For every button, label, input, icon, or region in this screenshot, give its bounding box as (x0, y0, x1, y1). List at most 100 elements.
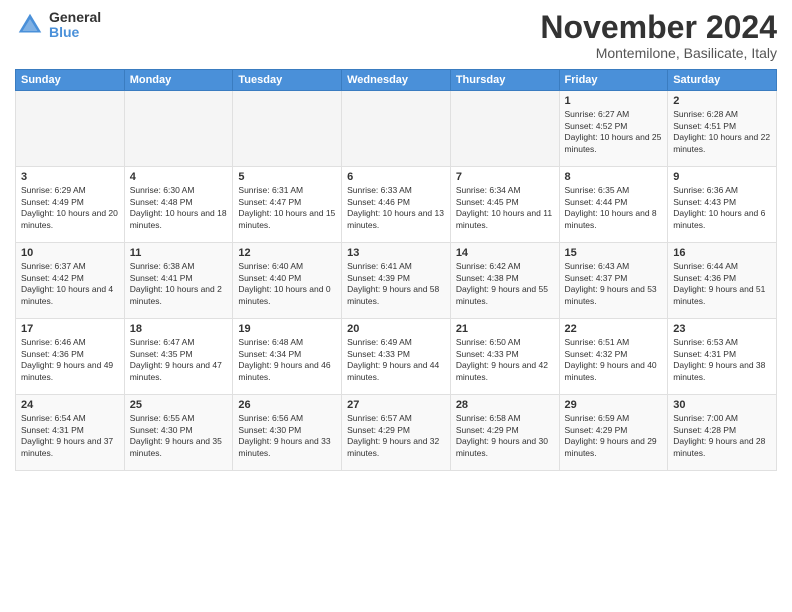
header-wednesday: Wednesday (342, 70, 451, 91)
day-number: 19 (238, 323, 336, 335)
day-info: Sunrise: 6:29 AMSunset: 4:49 PMDaylight:… (21, 185, 119, 231)
week-row-2: 3 Sunrise: 6:29 AMSunset: 4:49 PMDaylight… (16, 167, 777, 243)
day-number: 2 (673, 95, 771, 107)
calendar-cell: 11Sunrise: 6:38 AMSunset: 4:41 PMDayligh… (124, 243, 233, 319)
calendar-cell (233, 91, 342, 167)
day-info: Sunrise: 6:34 AMSunset: 4:45 PMDaylight:… (456, 185, 554, 231)
logo-blue: Blue (49, 25, 101, 40)
day-info: Sunrise: 6:31 AMSunset: 4:47 PMDaylight:… (238, 185, 336, 231)
day-number: 13 (347, 247, 445, 259)
day-number: 25 (130, 399, 228, 411)
calendar-page: General Blue November 2024 Montemilone, … (0, 0, 792, 612)
calendar-cell: 15Sunrise: 6:43 AMSunset: 4:37 PMDayligh… (559, 243, 668, 319)
calendar-cell: 2 Sunrise: 6:28 AMSunset: 4:51 PMDaylight… (668, 91, 777, 167)
week-row-3: 10Sunrise: 6:37 AMSunset: 4:42 PMDayligh… (16, 243, 777, 319)
day-number: 12 (238, 247, 336, 259)
calendar-cell: 12 Sunrise: 6:40 AMSunset: 4:40 PMDayligh… (233, 243, 342, 319)
day-info: Sunrise: 6:28 AMSunset: 4:51 PMDaylight:… (673, 109, 771, 155)
day-info: Sunrise: 6:37 AMSunset: 4:42 PMDaylight:… (21, 261, 119, 307)
day-number: 14 (456, 247, 554, 259)
day-number: 6 (347, 171, 445, 183)
header-sunday: Sunday (16, 70, 125, 91)
calendar-cell: 29 Sunrise: 6:59 AMSunset: 4:29 PMDayligh… (559, 395, 668, 471)
day-info: Sunrise: 7:00 AMSunset: 4:28 PMDaylight:… (673, 413, 771, 459)
day-number: 17 (21, 323, 119, 335)
header-tuesday: Tuesday (233, 70, 342, 91)
day-info: Sunrise: 6:46 AMSunset: 4:36 PMDaylight:… (21, 337, 119, 383)
weekday-row: Sunday Monday Tuesday Wednesday Thursday… (16, 70, 777, 91)
day-number: 16 (673, 247, 771, 259)
calendar-cell: 18Sunrise: 6:47 AMSunset: 4:35 PMDayligh… (124, 319, 233, 395)
day-info: Sunrise: 6:43 AMSunset: 4:37 PMDaylight:… (565, 261, 663, 307)
calendar-cell: 21 Sunrise: 6:50 AMSunset: 4:33 PMDayligh… (450, 319, 559, 395)
day-number: 26 (238, 399, 336, 411)
calendar-cell: 10Sunrise: 6:37 AMSunset: 4:42 PMDayligh… (16, 243, 125, 319)
calendar-cell: 14 Sunrise: 6:42 AMSunset: 4:38 PMDayligh… (450, 243, 559, 319)
logo-text: General Blue (49, 10, 101, 41)
calendar-cell (16, 91, 125, 167)
day-number: 8 (565, 171, 663, 183)
day-info: Sunrise: 6:50 AMSunset: 4:33 PMDaylight:… (456, 337, 554, 383)
day-info: Sunrise: 6:47 AMSunset: 4:35 PMDaylight:… (130, 337, 228, 383)
day-info: Sunrise: 6:27 AMSunset: 4:52 PMDaylight:… (565, 109, 663, 155)
calendar-cell: 8 Sunrise: 6:35 AMSunset: 4:44 PMDaylight… (559, 167, 668, 243)
location: Montemilone, Basilicate, Italy (540, 45, 777, 61)
calendar-cell: 17 Sunrise: 6:46 AMSunset: 4:36 PMDayligh… (16, 319, 125, 395)
calendar-cell: 16Sunrise: 6:44 AMSunset: 4:36 PMDayligh… (668, 243, 777, 319)
day-info: Sunrise: 6:59 AMSunset: 4:29 PMDaylight:… (565, 413, 663, 459)
calendar-cell: 5 Sunrise: 6:31 AMSunset: 4:47 PMDaylight… (233, 167, 342, 243)
calendar-cell (342, 91, 451, 167)
calendar-cell: 28Sunrise: 6:58 AMSunset: 4:29 PMDayligh… (450, 395, 559, 471)
calendar-cell: 24 Sunrise: 6:54 AMSunset: 4:31 PMDayligh… (16, 395, 125, 471)
day-info: Sunrise: 6:42 AMSunset: 4:38 PMDaylight:… (456, 261, 554, 307)
day-info: Sunrise: 6:57 AMSunset: 4:29 PMDaylight:… (347, 413, 445, 459)
day-info: Sunrise: 6:40 AMSunset: 4:40 PMDaylight:… (238, 261, 336, 307)
logo-icon (15, 10, 45, 40)
calendar-cell: 19 Sunrise: 6:48 AMSunset: 4:34 PMDayligh… (233, 319, 342, 395)
calendar-cell: 6 Sunrise: 6:33 AMSunset: 4:46 PMDaylight… (342, 167, 451, 243)
day-number: 21 (456, 323, 554, 335)
week-row-1: 1 Sunrise: 6:27 AMSunset: 4:52 PMDaylight… (16, 91, 777, 167)
page-header: General Blue November 2024 Montemilone, … (15, 10, 777, 61)
header-friday: Friday (559, 70, 668, 91)
day-info: Sunrise: 6:55 AMSunset: 4:30 PMDaylight:… (130, 413, 228, 459)
day-info: Sunrise: 6:56 AMSunset: 4:30 PMDaylight:… (238, 413, 336, 459)
day-number: 29 (565, 399, 663, 411)
day-number: 9 (673, 171, 771, 183)
calendar-cell: 25 Sunrise: 6:55 AMSunset: 4:30 PMDayligh… (124, 395, 233, 471)
calendar-cell: 20Sunrise: 6:49 AMSunset: 4:33 PMDayligh… (342, 319, 451, 395)
logo-general: General (49, 10, 101, 25)
day-info: Sunrise: 6:30 AMSunset: 4:48 PMDaylight:… (130, 185, 228, 231)
day-number: 22 (565, 323, 663, 335)
month-title: November 2024 (540, 10, 777, 45)
day-number: 30 (673, 399, 771, 411)
calendar-cell (124, 91, 233, 167)
day-number: 24 (21, 399, 119, 411)
calendar-cell: 1 Sunrise: 6:27 AMSunset: 4:52 PMDaylight… (559, 91, 668, 167)
header-saturday: Saturday (668, 70, 777, 91)
day-number: 5 (238, 171, 336, 183)
week-row-5: 24 Sunrise: 6:54 AMSunset: 4:31 PMDayligh… (16, 395, 777, 471)
day-number: 3 (21, 171, 119, 183)
calendar-cell: 7Sunrise: 6:34 AMSunset: 4:45 PMDaylight… (450, 167, 559, 243)
day-info: Sunrise: 6:33 AMSunset: 4:46 PMDaylight:… (347, 185, 445, 231)
day-number: 20 (347, 323, 445, 335)
day-info: Sunrise: 6:35 AMSunset: 4:44 PMDaylight:… (565, 185, 663, 231)
day-info: Sunrise: 6:54 AMSunset: 4:31 PMDaylight:… (21, 413, 119, 459)
day-number: 23 (673, 323, 771, 335)
calendar-cell: 3 Sunrise: 6:29 AMSunset: 4:49 PMDaylight… (16, 167, 125, 243)
day-info: Sunrise: 6:36 AMSunset: 4:43 PMDaylight:… (673, 185, 771, 231)
calendar-cell (450, 91, 559, 167)
week-row-4: 17 Sunrise: 6:46 AMSunset: 4:36 PMDayligh… (16, 319, 777, 395)
calendar-cell: 27 Sunrise: 6:57 AMSunset: 4:29 PMDayligh… (342, 395, 451, 471)
day-number: 1 (565, 95, 663, 107)
day-number: 27 (347, 399, 445, 411)
day-info: Sunrise: 6:48 AMSunset: 4:34 PMDaylight:… (238, 337, 336, 383)
day-info: Sunrise: 6:51 AMSunset: 4:32 PMDaylight:… (565, 337, 663, 383)
calendar-body: 1 Sunrise: 6:27 AMSunset: 4:52 PMDaylight… (16, 91, 777, 471)
logo: General Blue (15, 10, 101, 41)
calendar-cell: 30 Sunrise: 7:00 AMSunset: 4:28 PMDayligh… (668, 395, 777, 471)
calendar-header: Sunday Monday Tuesday Wednesday Thursday… (16, 70, 777, 91)
day-info: Sunrise: 6:53 AMSunset: 4:31 PMDaylight:… (673, 337, 771, 383)
calendar-cell: 4Sunrise: 6:30 AMSunset: 4:48 PMDaylight… (124, 167, 233, 243)
